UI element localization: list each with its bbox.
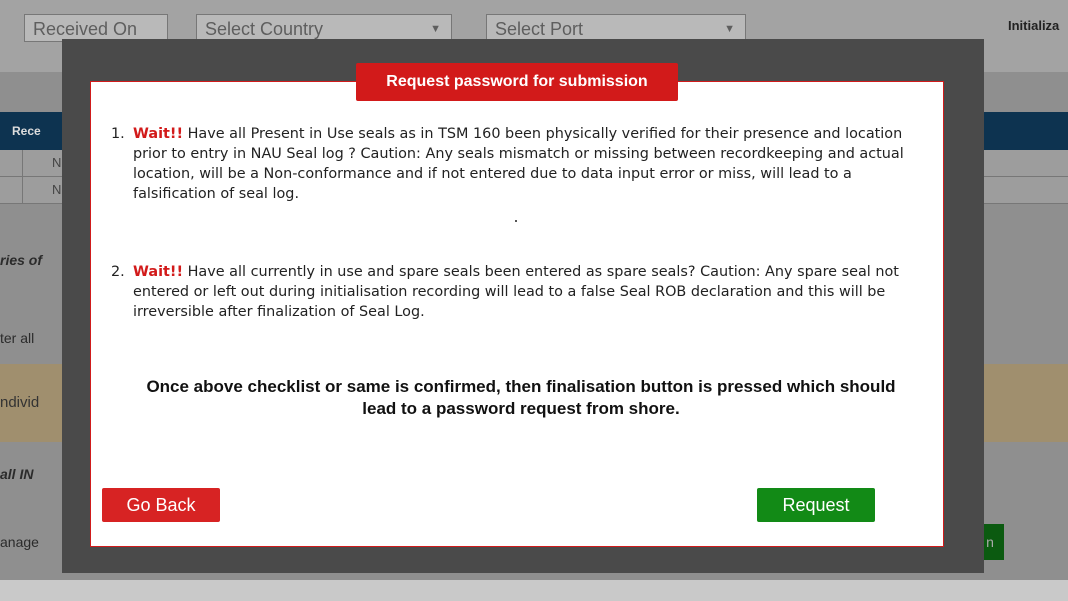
go-back-button[interactable]: Go Back xyxy=(102,488,220,522)
wait-label: Wait!! xyxy=(133,126,184,142)
modal-title: Request password for submission xyxy=(356,63,678,101)
port-select-label: Select Port xyxy=(495,19,584,39)
enter-all-text: ter all xyxy=(0,330,35,346)
all-in-text: all IN xyxy=(0,466,34,482)
bottom-strip xyxy=(0,580,1068,601)
port-select[interactable]: Select Port ▼ xyxy=(486,14,746,42)
item-text: Have all currently in use and spare seal… xyxy=(133,264,899,320)
item-number: 2. xyxy=(111,264,125,280)
wait-label: Wait!! xyxy=(133,264,184,280)
country-select[interactable]: Select Country ▼ xyxy=(196,14,452,42)
entries-text: ries of xyxy=(0,252,43,268)
dot-mark xyxy=(515,220,517,222)
request-password-modal: 1. Wait!! Have all Present in Use seals … xyxy=(90,81,944,547)
table-header-cell: Rece xyxy=(12,124,41,138)
manage-text: anage xyxy=(0,534,39,550)
received-on-placeholder: Received On xyxy=(33,19,138,39)
individual-text: ndivid xyxy=(0,394,40,411)
row-cell: N xyxy=(52,182,62,197)
item-number: 1. xyxy=(111,126,125,142)
received-on-field[interactable]: Received On xyxy=(24,14,168,42)
request-button[interactable]: Request xyxy=(757,488,875,522)
confirmation-text: Once above checklist or same is confirme… xyxy=(146,377,896,418)
country-select-label: Select Country xyxy=(205,19,324,39)
checklist-item-1: 1. Wait!! Have all Present in Use seals … xyxy=(111,124,931,204)
item-text: Have all Present in Use seals as in TSM … xyxy=(133,126,904,202)
row-cell: N xyxy=(52,155,62,170)
initialize-text: Initializa xyxy=(1008,18,1060,33)
checklist-item-2: 2. Wait!! Have all currently in use and … xyxy=(111,262,931,322)
